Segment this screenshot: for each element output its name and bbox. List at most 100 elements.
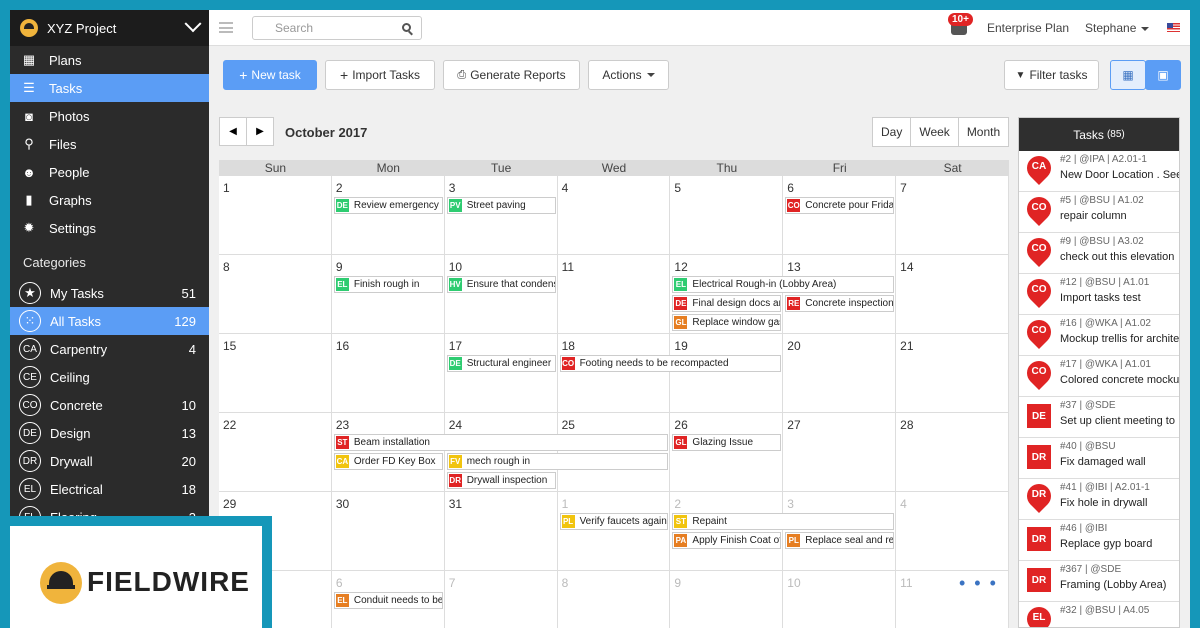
category-carpentry[interactable]: CA Carpentry 4	[10, 335, 209, 363]
calendar-event[interactable]: HVEnsure that condenser	[446, 276, 556, 293]
calendar-day-cell[interactable]: 6	[783, 176, 897, 255]
calendar-day-cell[interactable]: 31	[444, 492, 558, 571]
calendar-event[interactable]: EL Finish rough in	[333, 276, 443, 293]
category-electrical[interactable]: EL Electrical 18	[10, 475, 209, 503]
calendar-day-cell[interactable]: 15	[219, 334, 332, 413]
calendar-day-cell[interactable]: 10	[783, 571, 897, 628]
task-list-item[interactable]: CO #5 | @BSU | A1.02 repair column	[1019, 192, 1179, 233]
calendar-day-cell[interactable]: 20	[783, 334, 897, 413]
category-my-tasks[interactable]: ★ My Tasks 51	[10, 279, 209, 307]
calendar-day-cell[interactable]: 22	[219, 413, 332, 492]
calendar-day-cell[interactable]: 4	[557, 176, 671, 255]
plan-label[interactable]: Enterprise Plan	[987, 21, 1069, 35]
task-list-item[interactable]: DR #41 | @IBI | A2.01-1 Fix hole in drywal…	[1019, 479, 1179, 520]
calendar-event[interactable]: PV Street paving	[446, 197, 556, 214]
calendar-day-cell[interactable]: 3	[444, 176, 558, 255]
sidebar-item-plans[interactable]: ▦ Plans	[10, 46, 209, 74]
sidebar-item-settings[interactable]: ✹ Settings	[10, 214, 209, 242]
calendar-day-cell[interactable]: 11	[557, 255, 671, 334]
notification-badge[interactable]: 10+	[948, 13, 973, 26]
actions-dropdown[interactable]: Actions	[588, 60, 669, 90]
calendar-day-cell[interactable]: 17	[444, 334, 558, 413]
calendar-view-toggle[interactable]: ▣	[1145, 60, 1181, 90]
calendar-day-cell[interactable]: 7	[444, 571, 558, 628]
task-list-item[interactable]: DR #367 | @SDE Framing (Lobby Area)	[1019, 561, 1179, 602]
sidebar-item-graphs[interactable]: ▮ Graphs	[10, 186, 209, 214]
import-tasks-button[interactable]: + Import Tasks	[325, 60, 435, 90]
new-task-button[interactable]: + New task	[223, 60, 317, 90]
calendar-event[interactable]: GL Glazing Issue	[672, 434, 782, 451]
sidebar-item-files[interactable]: ⚲ Files	[10, 130, 209, 158]
calendar-event[interactable]: CO Concrete pour Friday	[785, 197, 895, 214]
generate-reports-button[interactable]: ⎙ Generate Reports	[443, 60, 580, 90]
calendar-event[interactable]: PA Apply Finish Coat of	[672, 532, 782, 549]
us-flag-icon[interactable]	[1167, 23, 1180, 32]
project-selector[interactable]: XYZ Project	[10, 10, 209, 46]
calendar-event[interactable]: PL Verify faucets against	[559, 513, 669, 530]
task-list-item[interactable]: CO #17 | @WKA | A1.01 Colored concrete moc…	[1019, 356, 1179, 397]
category-all-tasks[interactable]: ⁙ All Tasks 129	[10, 307, 209, 335]
calendar-event[interactable]: DR Drywall inspection	[446, 472, 556, 489]
calendar-day-cell[interactable]: 21	[896, 334, 1009, 413]
calendar-event[interactable]: EL Conduit needs to be	[333, 592, 443, 609]
task-list-item[interactable]: CA #2 | @IPA | A2.01-1 New Door Location .…	[1019, 151, 1179, 192]
calendar-event[interactable]: ST Repaint	[672, 513, 895, 530]
calendar-event[interactable]: EL Electrical Rough-in (Lobby Area)	[672, 276, 895, 293]
calendar-day-cell[interactable]: 10	[444, 255, 558, 334]
category-ceiling[interactable]: CE Ceiling	[10, 363, 209, 391]
calendar-event[interactable]: CA Order FD Key Box	[333, 453, 443, 470]
user-menu[interactable]: Stephane	[1085, 21, 1150, 35]
calendar-day-cell[interactable]: 1	[219, 176, 332, 255]
prev-month-button[interactable]: ◀	[219, 117, 247, 146]
task-list-item[interactable]: DE #37 | @SDE Set up client meeting to	[1019, 397, 1179, 438]
calendar-event[interactable]: RE Concrete inspection	[785, 295, 895, 312]
calendar-event[interactable]: ST Beam installation	[333, 434, 669, 451]
calendar-day-cell[interactable]: 2	[331, 176, 445, 255]
calendar-day-cell[interactable]: 4	[896, 492, 1009, 571]
calendar-day-cell[interactable]: 5	[670, 176, 784, 255]
calendar-day-cell[interactable]: 8	[219, 255, 332, 334]
calendar-day-cell[interactable]: 9	[670, 571, 784, 628]
search-input[interactable]: Search	[252, 15, 422, 40]
next-month-button[interactable]: ▶	[246, 117, 274, 146]
grid-view-toggle[interactable]: ▦	[1110, 60, 1146, 90]
calendar-day-cell[interactable]: 1	[557, 492, 671, 571]
category-concrete[interactable]: CO Concrete 10	[10, 391, 209, 419]
calendar-day-cell[interactable]: 14	[896, 255, 1009, 334]
calendar-event[interactable]: PLReplace seal and reset	[785, 532, 895, 549]
view-day-button[interactable]: Day	[872, 117, 912, 147]
sidebar-item-people[interactable]: ☻ People	[10, 158, 209, 186]
calendar-day-cell[interactable]: 26	[670, 413, 784, 492]
calendar-day-cell[interactable]: 28	[896, 413, 1009, 492]
category-design[interactable]: DE Design 13	[10, 419, 209, 447]
calendar-event[interactable]: DE Final design docs and	[672, 295, 782, 312]
calendar-day-cell[interactable]: 8	[557, 571, 671, 628]
search-icon[interactable]	[402, 23, 411, 32]
calendar-event[interactable]: DE Review emergency	[333, 197, 443, 214]
calendar-day-cell[interactable]: 7	[896, 176, 1009, 255]
view-week-button[interactable]: Week	[910, 117, 959, 147]
calendar-event[interactable]: DE Structural engineer	[446, 355, 556, 372]
calendar-day-cell[interactable]: 30	[331, 492, 445, 571]
task-list-item[interactable]: DR #46 | @IBI Replace gyp board	[1019, 520, 1179, 561]
calendar-day-cell[interactable]: 18	[557, 334, 671, 413]
task-list-item[interactable]: CO #9 | @BSU | A3.02 check out this elevat…	[1019, 233, 1179, 274]
sidebar-item-photos[interactable]: ◙ Photos	[10, 102, 209, 130]
task-list-item[interactable]: EL #32 | @BSU | A4.05	[1019, 602, 1179, 627]
hamburger-menu-icon[interactable]	[219, 22, 233, 33]
chevron-down-icon[interactable]	[184, 15, 202, 33]
sidebar-item-tasks[interactable]: ☰ Tasks	[10, 74, 209, 102]
calendar-event[interactable]: CO Footing needs to be recompacted	[559, 355, 782, 372]
calendar-event[interactable]: FV mech rough in	[446, 453, 669, 470]
calendar-day-cell[interactable]: 19	[670, 334, 784, 413]
task-list-item[interactable]: CO #16 | @WKA | A1.02 Mockup trellis for a…	[1019, 315, 1179, 356]
calendar-event[interactable]: GLReplace window gaskets	[672, 314, 782, 331]
task-list-item[interactable]: DR #40 | @BSU Fix damaged wall	[1019, 438, 1179, 479]
more-icon[interactable]: • • •	[959, 573, 998, 594]
calendar-day-cell[interactable]: 9	[331, 255, 445, 334]
task-list-item[interactable]: CO #12 | @BSU | A1.01 Import tasks test	[1019, 274, 1179, 315]
view-month-button[interactable]: Month	[957, 117, 1010, 147]
filter-tasks-button[interactable]: ▼ Filter tasks	[1004, 60, 1099, 90]
category-drywall[interactable]: DR Drywall 20	[10, 447, 209, 475]
calendar-day-cell[interactable]: 27	[783, 413, 897, 492]
